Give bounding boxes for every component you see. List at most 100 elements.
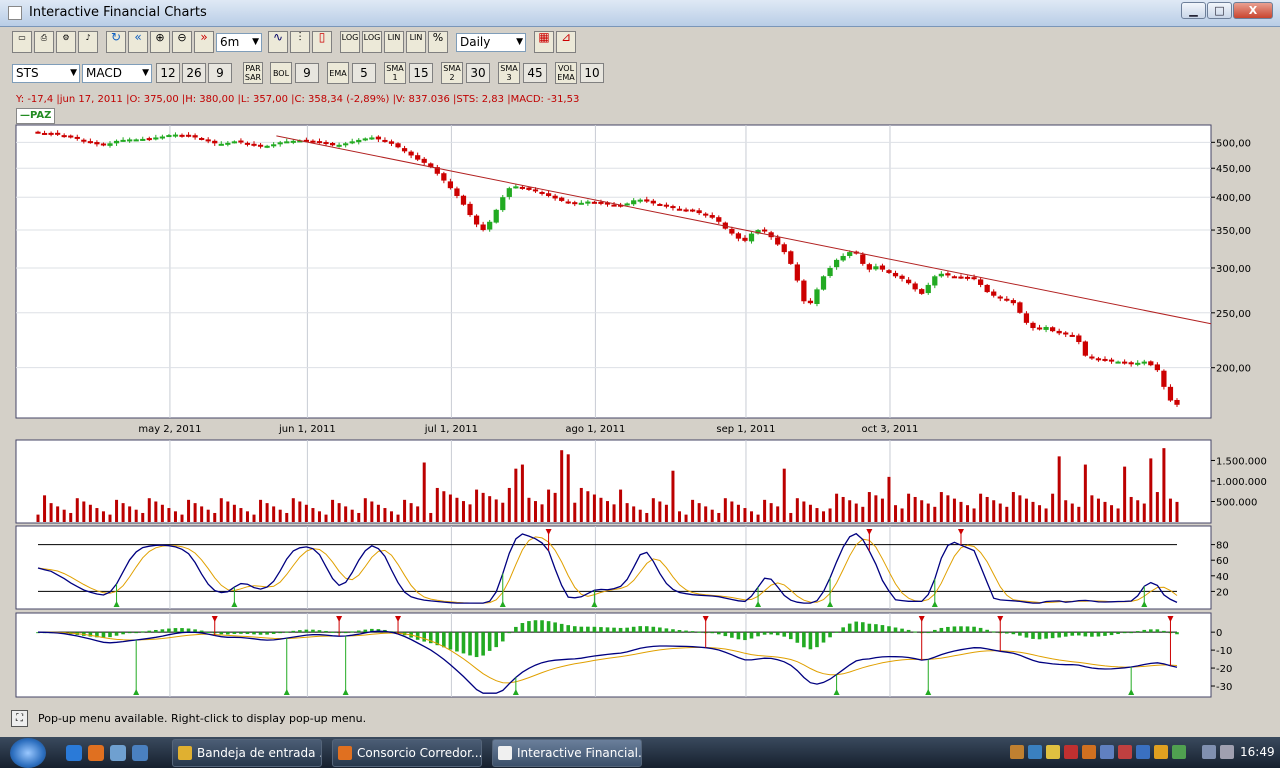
volume-bar [49, 503, 53, 522]
macd-hist-bar [972, 626, 976, 633]
candle-body [611, 204, 617, 207]
macd-hist-bar [1109, 632, 1114, 636]
volume-bar [566, 454, 570, 522]
task-browser[interactable]: Consorcio Corredor... [332, 739, 482, 767]
macd-hist-bar [946, 626, 950, 633]
candle-body [925, 284, 931, 294]
firefox-icon[interactable] [88, 745, 104, 761]
candle-body [100, 143, 107, 146]
y-tick-label: 450,00 [1216, 164, 1251, 175]
volume-bar [586, 491, 590, 522]
candle-body [140, 138, 146, 141]
task-mail[interactable]: Bandeja de entrada ... [172, 739, 322, 767]
volume-bar [232, 504, 236, 522]
candle-body [1004, 298, 1010, 301]
macd-hist-bar [978, 627, 983, 633]
tray-shield-icon[interactable] [1154, 745, 1168, 759]
candle-body [441, 173, 447, 181]
volume-bar [409, 503, 413, 522]
volume-bar [115, 499, 119, 522]
volume-bar [638, 509, 642, 522]
candle-body [1122, 361, 1128, 364]
volume-bar [219, 498, 223, 522]
macd-hist-bar [736, 632, 741, 640]
macd-hist-bar [612, 627, 616, 633]
volume-bar [108, 514, 112, 522]
volume-bar [141, 512, 145, 522]
volume-bar [1077, 506, 1081, 522]
volume-bar [1070, 503, 1074, 522]
chart-area[interactable]: may 2, 2011 jun 1, 2011 jul 1, 2011 ago 1, … [0, 0, 1280, 706]
macd-hist-bar [487, 632, 492, 651]
macd-hist-bar [1103, 632, 1107, 636]
candle-body [899, 275, 905, 279]
volume-bar [592, 494, 596, 522]
tray-people-icon[interactable] [1028, 745, 1042, 759]
tray-arrows-icon[interactable] [1172, 745, 1186, 759]
macd-hist-bar [959, 626, 963, 633]
price-panel[interactable] [15, 124, 1212, 419]
start-button[interactable] [10, 738, 46, 768]
tray-tool-icon[interactable] [1064, 745, 1078, 759]
candle-body [356, 139, 362, 143]
candle-body [703, 213, 709, 216]
tray-network-icon[interactable] [1100, 745, 1114, 759]
volume-bar [383, 508, 387, 522]
volume-bar [1038, 505, 1042, 522]
volume-bar [874, 495, 878, 522]
candle-body [873, 266, 879, 270]
macd-hist-bar [592, 626, 597, 633]
macd-hist-bar [134, 632, 138, 634]
macd-hist-bar [448, 632, 453, 650]
volume-bar [730, 501, 734, 522]
macd-hist-bar [788, 632, 793, 640]
macd-hist-bar [749, 632, 754, 639]
tray-update-icon[interactable] [1082, 745, 1096, 759]
java-icon [498, 746, 512, 760]
volume-bar [1123, 466, 1127, 522]
tray-folder-icon[interactable] [1046, 745, 1060, 759]
volume-bar [252, 514, 256, 522]
show-desktop-icon[interactable] [132, 745, 148, 761]
volume-bar [1011, 492, 1015, 522]
candle-body [742, 237, 748, 241]
tray-monitor-icon[interactable] [1202, 745, 1216, 759]
macd-hist-bar [834, 631, 839, 633]
tray-antivirus-icon[interactable] [1118, 745, 1132, 759]
volume-bar [946, 495, 950, 522]
volume-bar [907, 493, 911, 522]
macd-hist-bar [291, 630, 296, 633]
explorer-icon[interactable] [110, 745, 126, 761]
volume-bar [579, 487, 583, 522]
fullscreen-icon[interactable]: ⛶ [11, 710, 28, 727]
sts-tick-label: 60 [1216, 556, 1229, 567]
volume-bar [704, 506, 708, 522]
macd-hist-bar [716, 632, 721, 635]
volume-bar [540, 504, 544, 522]
candle-body [35, 131, 41, 134]
volume-bar [128, 506, 132, 522]
macd-hist-bar [1018, 632, 1022, 636]
volume-bar [939, 492, 943, 522]
macd-hist-bar [363, 629, 368, 633]
macd-hist-bar [199, 630, 204, 633]
candle-body [329, 142, 336, 146]
volume-icon[interactable] [1220, 745, 1234, 759]
task-charts[interactable]: Interactive Financial... [492, 739, 642, 767]
macd-hist-bar [1155, 629, 1160, 633]
sts-panel[interactable] [15, 525, 1212, 610]
tray-v-icon[interactable] [1136, 745, 1150, 759]
ie-icon[interactable] [66, 745, 82, 761]
tray-app-icon[interactable] [1010, 745, 1024, 759]
volume-bar [317, 511, 321, 522]
candle-body [1154, 364, 1160, 371]
candle-body [631, 200, 637, 205]
volume-bar [612, 504, 616, 522]
taskbar: Bandeja de entrada ... Consorcio Corredo… [0, 737, 1280, 768]
macd-hist-bar [684, 630, 688, 633]
macd-hist-bar [854, 621, 859, 633]
volume-bar [520, 464, 524, 522]
candle-body [912, 283, 918, 290]
candle-body [919, 289, 925, 294]
volume-bar [514, 468, 518, 522]
